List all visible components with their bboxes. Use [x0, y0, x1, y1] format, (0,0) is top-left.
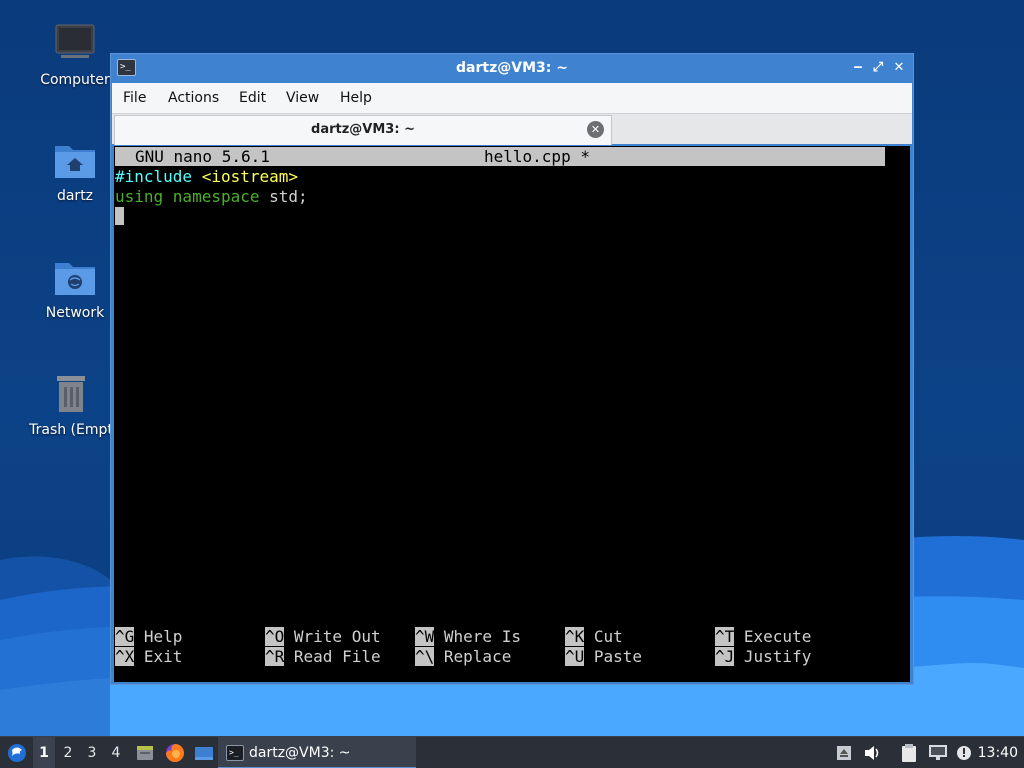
shortcut-item: ^J Justify — [715, 647, 811, 667]
terminal-window[interactable]: >_ dartz@VM3: ~ ‒ ⤢ ✕ File Actions Edit … — [110, 53, 914, 685]
firefox-icon — [166, 744, 184, 762]
notification-icon — [957, 746, 971, 760]
shortcut-item: ^R Read File — [265, 647, 381, 667]
shortcut-key: ^G — [115, 627, 135, 646]
shortcut-item: ^\ Replace — [415, 647, 511, 667]
menu-view[interactable]: View — [286, 90, 319, 106]
shortcut-key: ^X — [115, 647, 135, 666]
shortcut-label: Replace — [434, 647, 512, 666]
close-button[interactable]: ✕ — [890, 59, 908, 77]
shortcut-key: ^W — [415, 627, 435, 646]
updates-button[interactable] — [953, 737, 975, 768]
code-token: std; — [269, 187, 308, 206]
shortcut-key: ^O — [265, 627, 285, 646]
workspace-4[interactable]: 4 — [105, 737, 127, 768]
taskbar-task-label: dartz@VM3: ~ — [249, 745, 351, 761]
terminal-content[interactable]: GNU nano 5.6.1 hello.cpp * #include <ios… — [114, 146, 910, 682]
taskbar-task-terminal[interactable]: >_ dartz@VM3: ~ — [218, 737, 416, 768]
nano-version: GNU nano 5.6.1 — [135, 147, 270, 166]
shortcut-item: ^X Exit — [115, 647, 182, 667]
desktop-icon-computer[interactable]: Computer — [27, 22, 123, 88]
code-token: #include — [115, 167, 202, 186]
workspace-2[interactable]: 2 — [57, 737, 79, 768]
desktop-icon — [195, 747, 213, 760]
clipboard-icon — [902, 744, 916, 762]
editor-line: #include <iostream> — [115, 167, 298, 187]
clock[interactable]: 13:40 — [978, 737, 1018, 768]
text-cursor — [115, 207, 124, 225]
workspace-1[interactable]: 1 — [33, 737, 55, 768]
nano-filename: hello.cpp * — [484, 147, 590, 166]
menu-bar: File Actions Edit View Help — [112, 83, 912, 113]
taskbar: 1 2 3 4 >_ dartz@VM3: ~ 13:40 — [0, 736, 1024, 768]
shortcut-label: Paste — [584, 647, 643, 666]
code-token: <iostream> — [201, 167, 299, 186]
shortcut-item: ^W Where Is — [415, 627, 521, 647]
shortcut-item: ^G Help — [115, 627, 182, 647]
tab-close-icon[interactable]: ✕ — [587, 121, 604, 138]
home-folder-icon — [53, 138, 97, 182]
shortcut-item: ^K Cut — [565, 627, 623, 647]
shortcut-item: ^U Paste — [565, 647, 642, 667]
file-manager-launcher[interactable] — [133, 737, 157, 768]
tab-label: dartz@VM3: ~ — [311, 122, 415, 137]
network-button[interactable] — [926, 737, 950, 768]
desktop-icon-label: Computer — [40, 72, 110, 88]
firefox-launcher[interactable] — [162, 737, 188, 768]
eject-icon — [837, 746, 851, 760]
shortcut-label: Exit — [134, 647, 183, 666]
desktop-icon-home-folder[interactable]: dartz — [27, 138, 123, 204]
volume-button[interactable] — [860, 737, 884, 768]
shortcut-key: ^T — [715, 627, 735, 646]
desktop-icon-trash[interactable]: Trash (Empt — [23, 372, 119, 438]
tray-arrow-button[interactable] — [834, 737, 854, 768]
shortcut-label: Help — [134, 627, 183, 646]
shortcut-label: Cut — [584, 627, 623, 646]
workspace-3[interactable]: 3 — [81, 737, 103, 768]
terminal-icon: >_ — [226, 745, 244, 761]
menu-edit[interactable]: Edit — [239, 90, 266, 106]
shortcut-label: Where Is — [434, 627, 521, 646]
shortcut-label: Execute — [734, 627, 812, 646]
menu-help[interactable]: Help — [340, 90, 372, 106]
shortcut-key: ^J — [715, 647, 735, 666]
tab-bar: dartz@VM3: ~ ✕ — [112, 113, 912, 145]
desktop-icon-label: dartz — [56, 188, 94, 204]
desktop-icon-label: Trash (Empt — [29, 422, 113, 438]
code-token: namespace — [172, 187, 270, 206]
tab-terminal[interactable]: dartz@VM3: ~ ✕ — [114, 115, 612, 145]
window-titlebar[interactable]: >_ dartz@VM3: ~ ‒ ⤢ ✕ — [111, 54, 913, 83]
show-desktop-button[interactable] — [192, 737, 216, 768]
minimize-button[interactable]: ‒ — [849, 59, 867, 77]
network-folder-icon — [53, 255, 97, 299]
shortcut-key: ^\ — [415, 647, 435, 666]
clipboard-button[interactable] — [898, 737, 920, 768]
app-menu-button[interactable] — [4, 737, 30, 768]
maximize-button[interactable]: ⤢ — [869, 59, 887, 77]
shortcut-label: Justify — [734, 647, 812, 666]
shortcut-item: ^T Execute — [715, 627, 811, 647]
volume-icon — [865, 746, 879, 760]
shortcut-key: ^R — [265, 647, 285, 666]
desktop-icon-network[interactable]: Network — [27, 255, 123, 321]
shortcut-key: ^K — [565, 627, 585, 646]
code-token: using — [115, 187, 173, 206]
window-title: dartz@VM3: ~ — [456, 60, 568, 76]
lxqt-logo-icon — [8, 744, 26, 762]
menu-actions[interactable]: Actions — [168, 90, 219, 106]
editor-line: using namespace std; — [115, 187, 308, 207]
nano-header: GNU nano 5.6.1 hello.cpp * — [115, 147, 885, 166]
shortcut-label: Read File — [284, 647, 381, 666]
shortcut-item: ^O Write Out — [265, 627, 381, 647]
network-wired-icon — [929, 745, 947, 760]
computer-icon — [53, 22, 97, 66]
trash-icon — [49, 372, 93, 416]
file-manager-icon — [137, 746, 153, 760]
menu-file[interactable]: File — [123, 90, 146, 106]
shortcut-label: Write Out — [284, 627, 381, 646]
desktop-icon-label: Network — [45, 305, 105, 321]
shortcut-key: ^U — [565, 647, 585, 666]
